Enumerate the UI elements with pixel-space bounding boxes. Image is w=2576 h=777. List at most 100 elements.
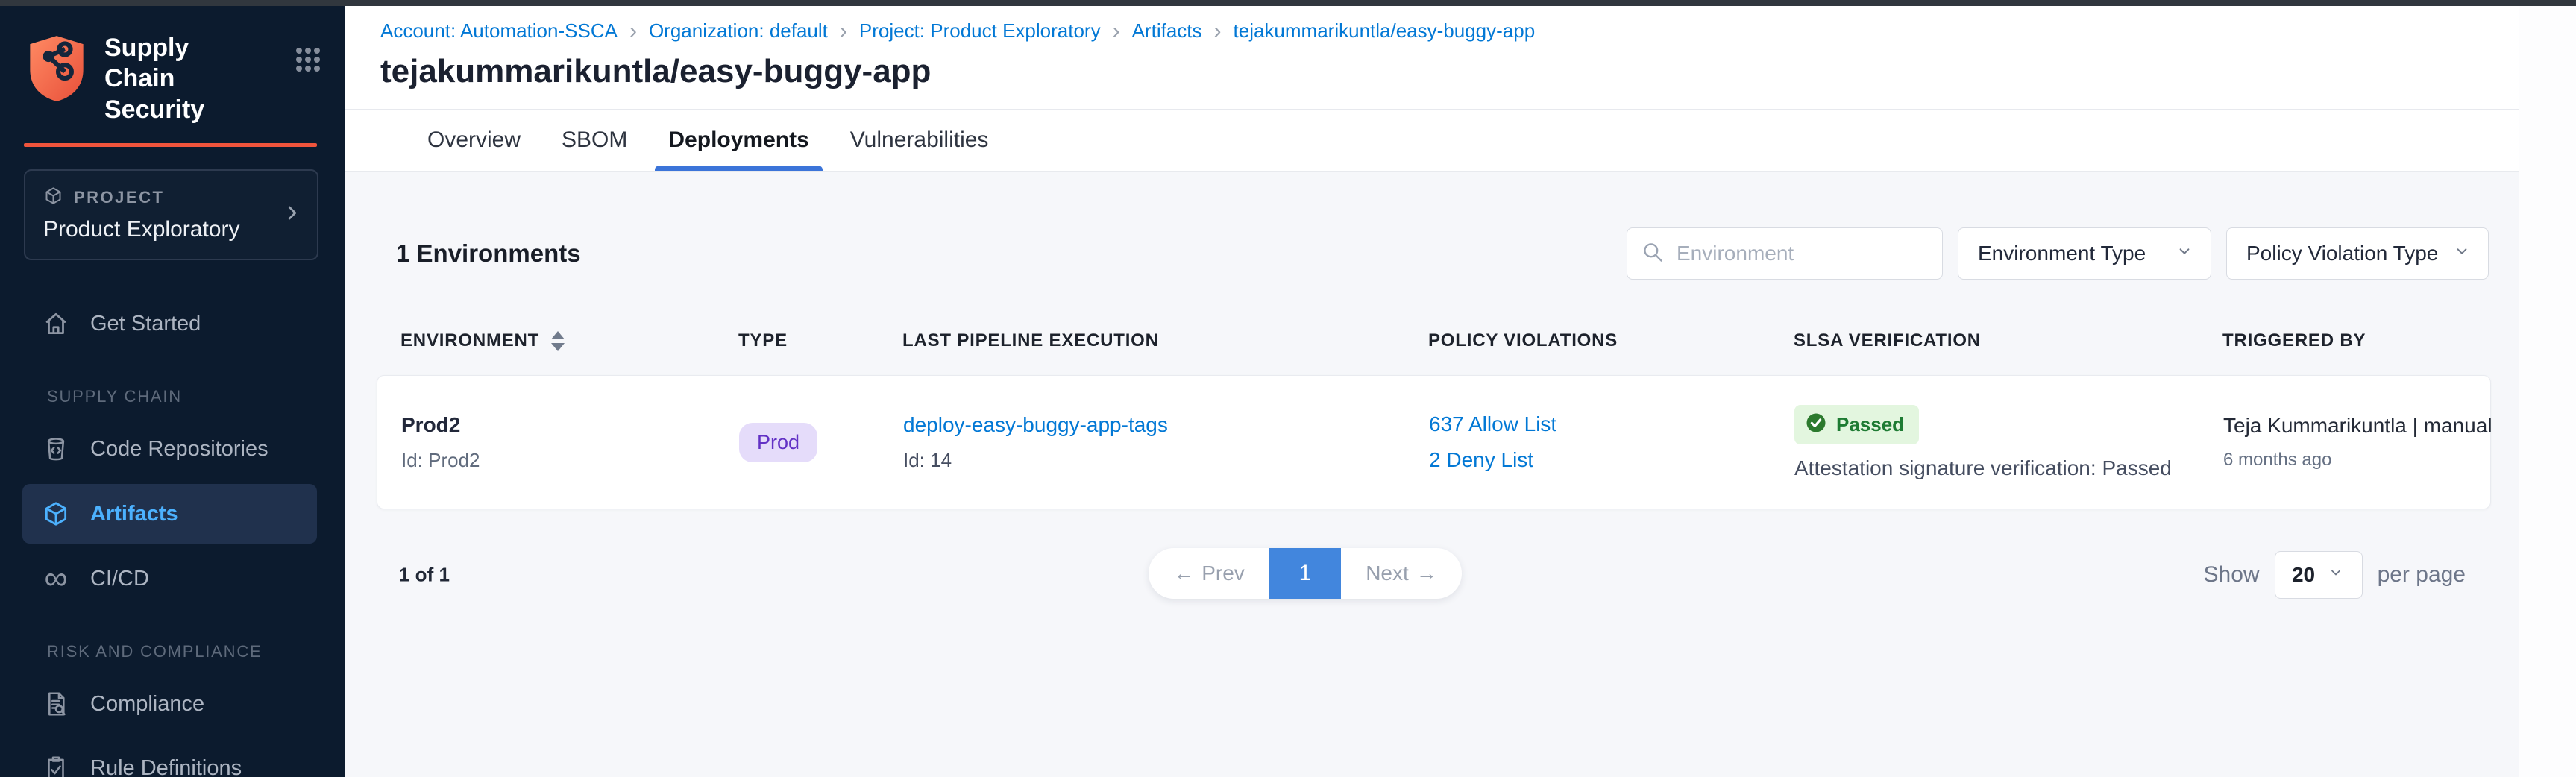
deny-list-link[interactable]: 2 Deny List xyxy=(1429,448,1794,472)
chevron-down-icon xyxy=(2452,242,2472,266)
sidebar-item-label: Code Repositories xyxy=(90,437,268,462)
environment-search xyxy=(1627,227,1943,280)
cell-type: Prod xyxy=(739,423,903,462)
search-icon xyxy=(1641,240,1665,268)
pipeline-id: Id: 14 xyxy=(903,449,1429,472)
code-repo-icon xyxy=(41,434,71,464)
show-label: Show xyxy=(2204,562,2260,588)
slsa-status-badge: Passed xyxy=(1794,405,1919,444)
breadcrumb-organization[interactable]: Organization: default xyxy=(649,19,828,43)
prev-page-button[interactable]: ← Prev xyxy=(1149,548,1269,599)
infinity-icon: ∞ xyxy=(41,564,71,594)
triggered-by-name: Teja Kummarikuntla | manual xyxy=(2223,414,2492,438)
sidebar-item-label: Rule Definitions xyxy=(90,756,242,777)
environment-type-filter[interactable]: Environment Type xyxy=(1958,227,2211,280)
per-page-select[interactable]: 20 xyxy=(2275,551,2363,599)
arrow-right-icon: → xyxy=(1416,561,1437,585)
cube-icon xyxy=(41,499,71,529)
sort-icon[interactable] xyxy=(551,331,565,351)
brand-accent-divider xyxy=(24,143,317,147)
app-title: Supply Chain Security xyxy=(104,33,263,125)
column-header-last-pipeline-execution: LAST PIPELINE EXECUTION xyxy=(902,330,1428,351)
page-number-button[interactable]: 1 xyxy=(1269,548,1341,599)
environment-type-badge: Prod xyxy=(739,423,817,462)
sidebar-item-code-repositories[interactable]: Code Repositories xyxy=(0,417,345,481)
tab-deployments[interactable]: Deployments xyxy=(655,110,822,171)
allow-list-link[interactable]: 637 Allow List xyxy=(1429,412,1794,436)
module-grid-icon[interactable] xyxy=(293,45,323,78)
sidebar-item-artifacts[interactable]: Artifacts xyxy=(22,484,317,544)
sidebar-item-compliance[interactable]: Compliance xyxy=(0,672,345,736)
table-header-row: ENVIRONMENT TYPE LAST PIPELINE EXECUTION… xyxy=(377,330,2491,351)
chevron-down-icon xyxy=(2175,242,2194,266)
breadcrumb-separator: › xyxy=(1214,22,1222,41)
environment-search-input[interactable] xyxy=(1675,241,1929,266)
sidebar-item-get-started[interactable]: Get Started xyxy=(0,292,345,356)
tab-overview[interactable]: Overview xyxy=(414,110,534,171)
clipboard-check-icon xyxy=(41,753,71,777)
breadcrumb-account[interactable]: Account: Automation-SSCA xyxy=(380,19,618,43)
filters-row: 1 Environments Environment Type xyxy=(396,227,2489,280)
sidebar-section-supply-chain: SUPPLY CHAIN xyxy=(0,356,345,417)
chevron-right-icon xyxy=(283,202,302,228)
tab-sbom[interactable]: SBOM xyxy=(548,110,641,171)
sidebar-item-rule-definitions[interactable]: Rule Definitions xyxy=(0,736,345,777)
per-page-label: per page xyxy=(2378,562,2466,588)
home-icon xyxy=(41,309,71,339)
cell-policy-violations: 637 Allow List 2 Deny List xyxy=(1429,412,1794,472)
sidebar-section-risk-and-compliance: RISK AND COMPLIANCE xyxy=(0,611,345,672)
sidebar-item-label: Artifacts xyxy=(90,502,178,526)
sidebar-header: Supply Chain Security xyxy=(0,6,345,125)
per-page-value: 20 xyxy=(2292,563,2315,587)
environment-type-filter-label: Environment Type xyxy=(1978,242,2146,265)
sidebar: Supply Chain Security PROJECT Product xyxy=(0,6,345,777)
cell-slsa-verification: Passed Attestation signature verificatio… xyxy=(1794,405,2223,480)
project-label: PROJECT xyxy=(74,188,164,207)
chevron-down-icon xyxy=(2327,563,2345,587)
triggered-by-time: 6 months ago xyxy=(2223,450,2492,471)
column-header-triggered-by: TRIGGERED BY xyxy=(2222,330,2491,351)
pager: ← Prev 1 Next → xyxy=(1149,548,1462,599)
environments-count-heading: 1 Environments xyxy=(396,239,581,268)
sidebar-item-label: Get Started xyxy=(90,312,201,336)
project-name: Product Exploratory xyxy=(43,217,272,242)
breadcrumb-project[interactable]: Project: Product Exploratory xyxy=(859,19,1101,43)
app-window: Supply Chain Security PROJECT Product xyxy=(0,0,2576,777)
pagination: 1 of 1 ← Prev 1 Next → Show 20 xyxy=(377,548,2491,602)
deployments-content: 1 Environments Environment Type xyxy=(345,172,2519,777)
page-title: tejakummarikuntla/easy-buggy-app xyxy=(345,53,2519,90)
table-row[interactable]: Prod2 Id: Prod2 Prod deploy-easy-buggy-a… xyxy=(377,375,2491,509)
tab-vulnerabilities[interactable]: Vulnerabilities xyxy=(837,110,1002,171)
check-circle-icon xyxy=(1805,412,1827,438)
breadcrumb-separator: › xyxy=(840,22,847,41)
sidebar-item-label: Compliance xyxy=(90,692,204,717)
per-page-group: Show 20 per page xyxy=(2204,551,2466,599)
supply-chain-security-logo-icon xyxy=(24,33,89,108)
column-header-environment[interactable]: ENVIRONMENT xyxy=(400,330,738,351)
column-header-policy-violations: POLICY VIOLATIONS xyxy=(1428,330,1794,351)
arrow-left-icon: ← xyxy=(1173,561,1194,585)
breadcrumb-separator: › xyxy=(1113,22,1120,41)
right-gutter xyxy=(2519,6,2576,777)
breadcrumb-artifact-name[interactable]: tejakummarikuntla/easy-buggy-app xyxy=(1234,19,1536,43)
project-selector[interactable]: PROJECT Product Exploratory xyxy=(24,169,318,260)
cell-pipeline: deploy-easy-buggy-app-tags Id: 14 xyxy=(903,413,1429,472)
doc-search-icon xyxy=(41,689,71,719)
policy-violation-type-filter-label: Policy Violation Type xyxy=(2246,242,2438,265)
slsa-status-text: Passed xyxy=(1836,413,1904,436)
project-cube-icon xyxy=(43,186,63,210)
next-page-button[interactable]: Next → xyxy=(1341,548,1462,599)
column-header-slsa-verification: SLSA VERIFICATION xyxy=(1794,330,2222,351)
column-header-type: TYPE xyxy=(738,330,902,351)
pipeline-link[interactable]: deploy-easy-buggy-app-tags xyxy=(903,413,1429,437)
sidebar-item-label: CI/CD xyxy=(90,567,149,591)
sidebar-item-cicd[interactable]: ∞ CI/CD xyxy=(0,547,345,611)
page-summary: 1 of 1 xyxy=(399,564,450,587)
policy-violation-type-filter[interactable]: Policy Violation Type xyxy=(2226,227,2489,280)
environments-table: ENVIRONMENT TYPE LAST PIPELINE EXECUTION… xyxy=(377,330,2491,509)
cell-triggered-by: Teja Kummarikuntla | manual 6 months ago xyxy=(2223,414,2492,471)
breadcrumb-artifacts[interactable]: Artifacts xyxy=(1132,19,1202,43)
breadcrumb: Account: Automation-SSCA › Organization:… xyxy=(345,6,2519,43)
cell-environment: Prod2 Id: Prod2 xyxy=(401,413,739,472)
environment-id: Id: Prod2 xyxy=(401,449,739,472)
